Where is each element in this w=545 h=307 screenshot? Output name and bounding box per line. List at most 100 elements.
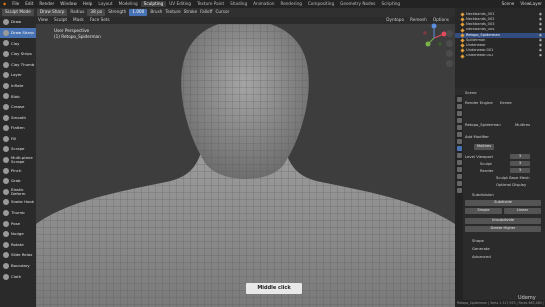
eye-icon[interactable]: ◉ <box>539 43 542 48</box>
tool-layer[interactable]: Layer <box>0 70 36 81</box>
tab-rendering[interactable]: Rendering <box>277 1 304 7</box>
menu-render[interactable]: Render <box>36 1 57 6</box>
tool-scrape[interactable]: Scrape <box>0 144 36 155</box>
tool-rotate[interactable]: Rotate <box>0 239 36 250</box>
cursor-menu[interactable]: Cursor <box>215 10 229 14</box>
dyntopo-toggle[interactable]: Dyntopo <box>386 18 404 22</box>
modifier-tab-icon[interactable] <box>456 146 462 151</box>
grid-icon[interactable] <box>445 60 453 67</box>
tool-clay-strips[interactable]: Clay Strips <box>0 49 36 60</box>
render-level-field[interactable]: 3 <box>510 168 530 173</box>
tool-draw[interactable]: Draw <box>0 17 36 28</box>
particles-tab-icon[interactable] <box>456 153 462 158</box>
shape-section[interactable]: Shape <box>472 239 484 243</box>
eye-icon[interactable]: ◉ <box>539 38 542 43</box>
tool-pinch[interactable]: Pinch <box>0 165 36 176</box>
eye-icon[interactable]: ◉ <box>539 12 542 17</box>
pan-hand-icon[interactable] <box>445 40 453 47</box>
menu-window[interactable]: Window <box>57 1 80 6</box>
tab-texture-paint[interactable]: Texture Paint <box>194 1 227 7</box>
object-name-field[interactable]: Retopo_Spiderman <box>465 123 501 127</box>
render-tab-icon[interactable] <box>456 104 462 109</box>
tab-sculpting[interactable]: Sculpting <box>140 0 167 8</box>
physics-tab-icon[interactable] <box>456 160 462 165</box>
subdivide-button[interactable]: Subdivide <box>465 200 541 206</box>
tool-cloth[interactable]: Cloth <box>0 271 36 282</box>
3d-viewport[interactable] <box>36 24 455 307</box>
menu-view[interactable]: View <box>38 18 48 22</box>
camera-icon[interactable] <box>445 50 453 57</box>
tool-flatten[interactable]: Flatten <box>0 123 36 134</box>
tab-scripting[interactable]: Scripting <box>378 1 403 7</box>
tool-inflate[interactable]: Inflate <box>0 81 36 92</box>
zoom-icon[interactable] <box>445 30 453 37</box>
tab-compositing[interactable]: Compositing <box>305 1 337 7</box>
advanced-section[interactable]: Advanced <box>472 255 491 259</box>
tool-smooth[interactable]: Smooth <box>0 112 36 123</box>
sculpt-base-mesh-checkbox[interactable]: Sculpt Base Mesh <box>496 176 530 180</box>
tab-geometry-nodes[interactable]: Geometry Nodes <box>337 1 378 7</box>
level-viewport-field[interactable]: 3 <box>510 154 530 159</box>
add-modifier-button[interactable]: Add Modifier <box>465 135 489 139</box>
eye-icon[interactable]: ◉ <box>539 54 542 58</box>
menu-file[interactable]: File <box>9 1 22 6</box>
brush-selector[interactable]: Draw Sharp <box>36 9 68 16</box>
tab-animation[interactable]: Animation <box>250 1 277 7</box>
sculpt-level-field[interactable]: 3 <box>510 161 530 166</box>
unsubdivide-button[interactable]: Unsubdivide <box>465 218 541 224</box>
tool-elastic-deform[interactable]: Elastic Deform <box>0 187 36 198</box>
tool-slide-relax[interactable]: Slide Relax <box>0 250 36 261</box>
radius-field[interactable]: 38 px <box>87 9 106 16</box>
eye-icon[interactable]: ◉ <box>539 33 542 38</box>
mode-selector[interactable]: Sculpt Mode <box>2 9 34 16</box>
tab-uv-editing[interactable]: UV Editing <box>166 1 194 7</box>
tool-tab-icon[interactable] <box>456 97 462 102</box>
render-engine-value[interactable]: Eevee <box>500 101 512 105</box>
menu-mask[interactable]: Mask <box>73 18 84 22</box>
falloff-menu[interactable]: Falloff <box>200 10 212 14</box>
data-tab-icon[interactable] <box>456 174 462 179</box>
tool-nudge[interactable]: Nudge <box>0 229 36 240</box>
subdivision-section[interactable]: Subdivision <box>472 193 494 197</box>
tab-shading[interactable]: Shading <box>227 1 250 7</box>
tab-layout[interactable]: Layout <box>95 1 115 7</box>
eye-icon[interactable]: ◉ <box>539 17 542 22</box>
tool-thumb[interactable]: Thumb <box>0 208 36 219</box>
tool-clay-thumb[interactable]: Clay Thumb <box>0 59 36 70</box>
strength-field[interactable]: 1.000 <box>129 9 148 16</box>
texture-tab-icon[interactable] <box>456 188 462 193</box>
texture-menu[interactable]: Texture <box>165 10 180 14</box>
brush-menu[interactable]: Brush <box>150 10 162 14</box>
tool-blob[interactable]: Blob <box>0 91 36 102</box>
simple-button[interactable]: Simple <box>465 208 502 214</box>
linear-button[interactable]: Linear <box>504 208 541 214</box>
output-tab-icon[interactable] <box>456 111 462 116</box>
tool-pose[interactable]: Pose <box>0 218 36 229</box>
scene-tab-icon[interactable] <box>456 125 462 130</box>
view-layer-tab-icon[interactable] <box>456 118 462 123</box>
tab-modeling[interactable]: Modeling <box>116 1 141 7</box>
tool-fill[interactable]: Fill <box>0 134 36 145</box>
constraints-tab-icon[interactable] <box>456 167 462 172</box>
tool-grab[interactable]: Grab <box>0 176 36 187</box>
tool-crease[interactable]: Crease <box>0 102 36 113</box>
stroke-menu[interactable]: Stroke <box>184 10 197 14</box>
object-tab-icon[interactable] <box>456 139 462 144</box>
modifier-name-field[interactable]: Multires <box>474 144 494 150</box>
eye-icon[interactable]: ◉ <box>539 28 542 32</box>
scene-selector[interactable]: Scene <box>499 1 518 6</box>
tool-snake-hook[interactable]: Snake Hook <box>0 197 36 208</box>
tool-draw-sharp[interactable]: Draw Sharp <box>0 27 36 39</box>
tool-clay[interactable]: Clay <box>0 38 36 49</box>
generate-section[interactable]: Generate <box>472 247 490 251</box>
optimal-display-checkbox[interactable]: Optimal Display <box>496 183 526 187</box>
eye-icon[interactable]: ◉ <box>539 23 542 27</box>
delete-higher-button[interactable]: Delete Higher <box>465 226 541 232</box>
menu-edit[interactable]: Edit <box>22 1 36 6</box>
material-tab-icon[interactable] <box>456 181 462 186</box>
eye-icon[interactable]: ◉ <box>539 48 542 53</box>
menu-help[interactable]: Help <box>80 1 96 6</box>
tool-multi-plane-scrape[interactable]: Multi-plane Scrape <box>0 155 36 166</box>
view-layer-selector[interactable]: ViewLayer <box>517 1 545 6</box>
outliner-row[interactable]: Underwear.002 ◉ <box>455 54 545 59</box>
